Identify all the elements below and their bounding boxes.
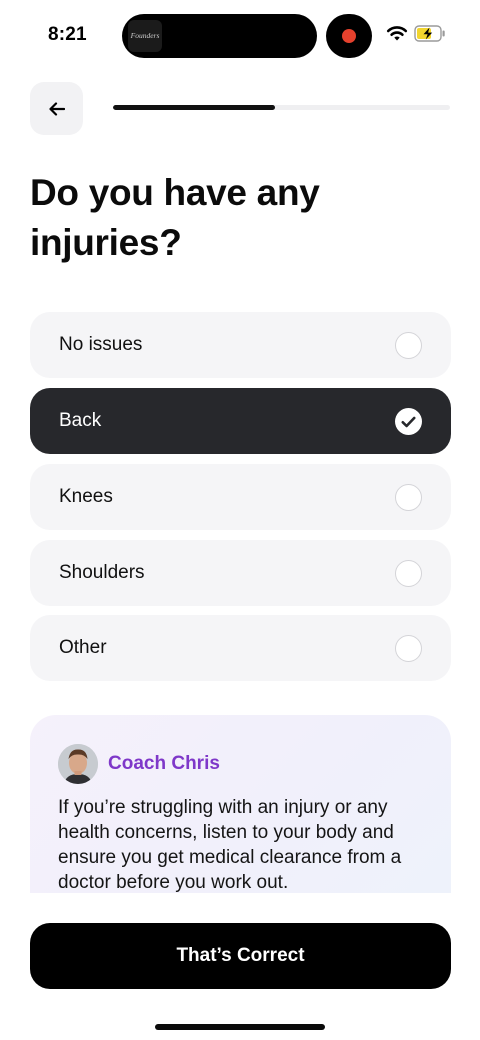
option-label: Back bbox=[59, 410, 102, 431]
checkmark-circle-icon bbox=[395, 408, 422, 435]
wifi-icon bbox=[386, 26, 408, 41]
status-time: 8:21 bbox=[48, 24, 87, 45]
onboarding-progress-bar bbox=[113, 105, 450, 110]
radio-unchecked-icon bbox=[395, 560, 422, 587]
progress-fill bbox=[113, 105, 275, 110]
home-indicator bbox=[155, 1024, 325, 1030]
option-label: Shoulders bbox=[59, 562, 145, 583]
option-label: Other bbox=[59, 637, 107, 658]
option-label: No issues bbox=[59, 334, 143, 355]
back-button[interactable] bbox=[30, 82, 83, 135]
option-shoulders[interactable]: Shoulders bbox=[30, 540, 451, 606]
option-back[interactable]: Back bbox=[30, 388, 451, 454]
screen-recording-indicator[interactable] bbox=[326, 14, 372, 58]
page-title: Do you have any injuries? bbox=[30, 172, 320, 263]
option-label: Knees bbox=[59, 486, 113, 507]
option-knees[interactable]: Knees bbox=[30, 464, 451, 530]
battery-charging-icon bbox=[414, 25, 445, 42]
option-no-issues[interactable]: No issues bbox=[30, 312, 451, 378]
dynamic-island: Founders bbox=[122, 14, 317, 58]
island-thumbnail: Founders bbox=[128, 20, 162, 52]
coach-message: If you’re struggling with an injury or a… bbox=[58, 797, 402, 893]
coach-avatar bbox=[58, 744, 98, 784]
radio-unchecked-icon bbox=[395, 332, 422, 359]
radio-unchecked-icon bbox=[395, 484, 422, 511]
option-other[interactable]: Other bbox=[30, 615, 451, 681]
coach-tip-card: Coach Chris If you’re struggling with an… bbox=[30, 715, 451, 893]
radio-unchecked-icon bbox=[395, 635, 422, 662]
record-dot-icon bbox=[342, 29, 356, 43]
arrow-left-icon bbox=[48, 101, 65, 116]
thats-correct-button[interactable]: That’s Correct bbox=[30, 923, 451, 989]
coach-name: Coach Chris bbox=[108, 753, 220, 774]
